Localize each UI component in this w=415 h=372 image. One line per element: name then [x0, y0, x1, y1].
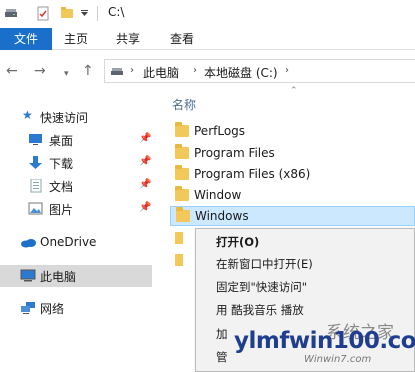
- watermark-sub-text: Winwin7.com: [304, 354, 372, 365]
- file-row-window[interactable]: Window: [170, 186, 415, 206]
- nav-pictures-label: 图片: [49, 203, 74, 217]
- quick-access-dropdown-icon[interactable]: [80, 10, 89, 18]
- folder-icon: [175, 122, 189, 137]
- folder-icon: [175, 254, 183, 266]
- properties-icon[interactable]: [36, 6, 50, 22]
- title-bar: C:\: [0, 0, 415, 28]
- nav-this-pc-label: 此电脑: [40, 270, 77, 284]
- nav-onedrive[interactable]: OneDrive: [0, 232, 152, 254]
- nav-network[interactable]: 网络: [0, 297, 152, 319]
- pin-icon[interactable]: 📌: [139, 156, 151, 167]
- star-icon: ★: [22, 108, 33, 122]
- download-icon: [29, 156, 42, 169]
- file-name: Windows: [195, 209, 249, 223]
- file-name: Program Files (x86): [194, 167, 311, 181]
- breadcrumb-arrow-icon[interactable]: ›: [130, 65, 134, 76]
- ribbon-tabs: 文件 主页 共享 查看: [0, 28, 415, 50]
- title-separator: [97, 6, 98, 21]
- pictures-icon: [28, 202, 43, 215]
- pin-icon[interactable]: 📌: [139, 202, 151, 213]
- menu-item-pin-quick-access[interactable]: 固定到"快速访问": [196, 276, 414, 298]
- file-name: Program Files: [194, 146, 275, 160]
- file-row-perflogs[interactable]: PerfLogs: [170, 122, 415, 142]
- nav-this-pc[interactable]: 此电脑: [0, 265, 152, 287]
- nav-pictures[interactable]: 图片 📌: [0, 198, 152, 220]
- address-bar[interactable]: › 此电脑 › 本地磁盘 (C:) ›: [104, 59, 415, 83]
- menu-item-play-kuwo-label: 用 酷我音乐 播放: [216, 303, 304, 317]
- watermark-text: ylmfwin100.com: [234, 328, 415, 354]
- pin-icon[interactable]: 📌: [139, 133, 151, 144]
- folder-icon: [175, 232, 183, 244]
- this-pc-address-icon: [111, 68, 123, 75]
- onedrive-cloud-icon: [21, 239, 36, 248]
- navigation-pane: ★ 快速访问 桌面 📌 下载 📌 文档 📌 图片 📌 OneDrive 此电脑 …: [0, 92, 152, 372]
- nav-quick-access-label: 快速访问: [40, 111, 89, 125]
- documents-icon: [30, 179, 42, 193]
- tab-share[interactable]: 共享: [108, 28, 148, 50]
- nav-onedrive-label: OneDrive: [40, 235, 97, 249]
- back-arrow-icon[interactable]: ←: [6, 64, 18, 78]
- nav-quick-access[interactable]: ★ 快速访问: [0, 106, 152, 128]
- file-row-windows[interactable]: Windows: [170, 206, 415, 226]
- tab-view[interactable]: 查看: [162, 28, 202, 50]
- file-row-program-files-x86[interactable]: Program Files (x86): [170, 165, 415, 185]
- folder-icon: [175, 165, 189, 180]
- drive-icon[interactable]: [4, 6, 18, 20]
- pin-icon[interactable]: 📌: [139, 179, 151, 190]
- folder-icon: [176, 207, 190, 222]
- nav-documents[interactable]: 文档 📌: [0, 175, 152, 197]
- forward-arrow-icon[interactable]: →: [34, 64, 46, 78]
- menu-item-pin-quick-access-label: 固定到"快速访问": [216, 280, 308, 294]
- network-icon: [21, 302, 35, 314]
- file-row-program-files[interactable]: Program Files: [170, 144, 415, 164]
- window-title: C:\: [108, 5, 125, 19]
- tab-home[interactable]: 主页: [56, 28, 96, 50]
- computer-icon: [20, 269, 36, 282]
- new-folder-icon[interactable]: [60, 6, 74, 20]
- menu-item-open-new-window-label: 在新窗口中打开(E): [216, 257, 313, 271]
- nav-documents-label: 文档: [49, 180, 74, 194]
- nav-downloads[interactable]: 下载 📌: [0, 152, 152, 174]
- tab-file[interactable]: 文件: [0, 28, 52, 50]
- breadcrumb-this-pc[interactable]: 此电脑: [143, 64, 179, 81]
- recent-locations-chevron-icon[interactable]: ▾: [64, 67, 69, 81]
- folder-icon: [175, 144, 189, 159]
- up-arrow-icon[interactable]: ↑: [82, 64, 94, 78]
- breadcrumb-arrow-icon[interactable]: ›: [193, 65, 197, 76]
- desktop-icon: [29, 134, 42, 145]
- file-name: Window: [194, 188, 242, 202]
- folder-icon: [175, 186, 189, 201]
- column-header-name[interactable]: 名称: [172, 96, 196, 113]
- sort-caret-icon: ⌃: [290, 86, 298, 96]
- nav-desktop[interactable]: 桌面 📌: [0, 129, 152, 151]
- nav-downloads-label: 下载: [49, 157, 74, 171]
- watermark: 系统之家 ylmfwin100.com Winwin7.com: [206, 318, 415, 372]
- menu-item-open[interactable]: 打开(O): [196, 231, 414, 253]
- nav-network-label: 网络: [40, 302, 65, 316]
- breadcrumb-arrow-icon[interactable]: ›: [285, 65, 289, 76]
- nav-desktop-label: 桌面: [49, 134, 74, 148]
- file-explorer-window: C:\ 文件 主页 共享 查看 ← → ▾ ↑ › 此电脑 › 本地磁盘 (C:…: [0, 0, 415, 372]
- menu-item-open-label: 打开(O): [216, 235, 260, 249]
- file-name: PerfLogs: [194, 124, 246, 138]
- breadcrumb-local-disk[interactable]: 本地磁盘 (C:): [204, 64, 278, 81]
- menu-item-open-new-window[interactable]: 在新窗口中打开(E): [196, 253, 414, 275]
